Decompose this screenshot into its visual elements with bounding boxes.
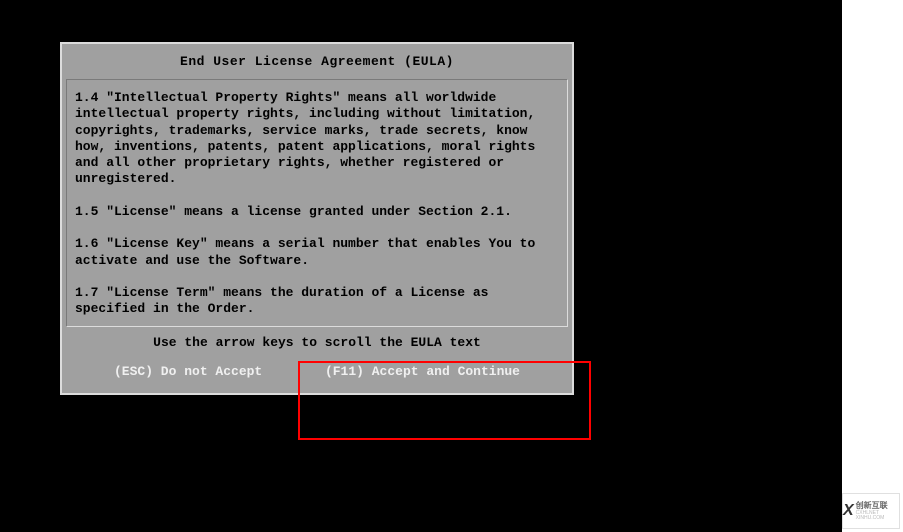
watermark-sub: CXHLNET XINHU.COM	[856, 511, 899, 521]
terminal-screen: End User License Agreement (EULA) 1.4 "I…	[0, 0, 842, 532]
watermark-logo-icon: X	[843, 503, 854, 519]
accept-button[interactable]: (F11) Accept and Continue	[325, 364, 520, 379]
eula-dialog: End User License Agreement (EULA) 1.4 "I…	[60, 42, 574, 395]
dialog-title: End User License Agreement (EULA)	[66, 48, 568, 79]
eula-text-area[interactable]: 1.4 "Intellectual Property Rights" means…	[66, 79, 568, 327]
scroll-hint: Use the arrow keys to scroll the EULA te…	[66, 327, 568, 360]
watermark: X 创新互联 CXHLNET XINHU.COM	[842, 493, 900, 529]
button-bar: (ESC) Do not Accept (F11) Accept and Con…	[66, 360, 568, 389]
watermark-brand: 创新互联	[856, 502, 899, 510]
cancel-button[interactable]: (ESC) Do not Accept	[114, 364, 262, 379]
